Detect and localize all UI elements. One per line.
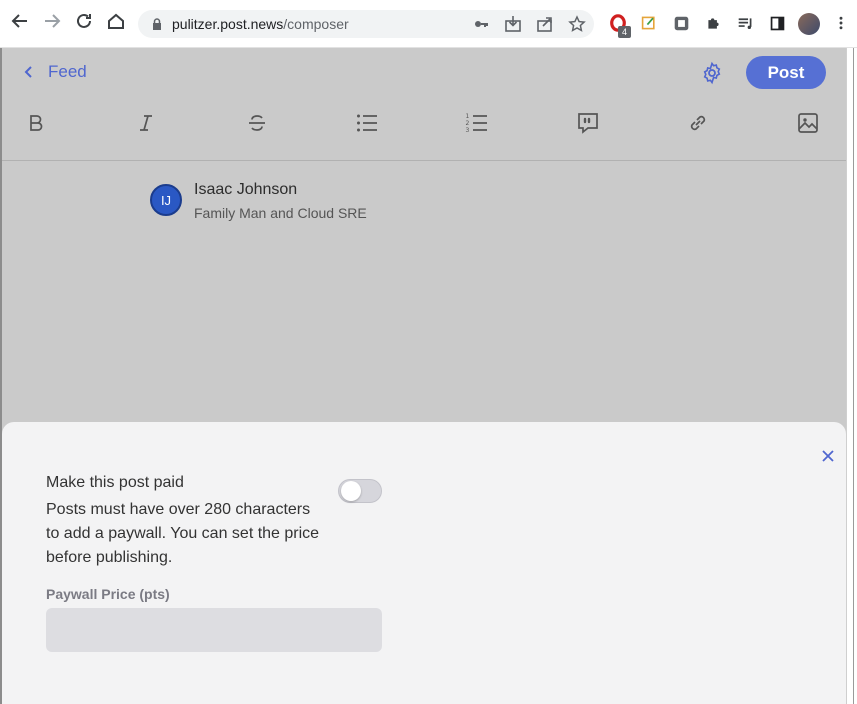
quote-icon[interactable] bbox=[575, 110, 601, 136]
lock-icon bbox=[153, 18, 161, 30]
paid-post-title: Make this post paid bbox=[46, 474, 184, 491]
svg-text:2: 2 bbox=[466, 120, 470, 127]
forward-arrow-icon[interactable] bbox=[39, 8, 65, 34]
link-icon[interactable] bbox=[685, 110, 711, 136]
back-arrow-icon[interactable] bbox=[7, 8, 33, 34]
paid-post-description: Posts must have over 280 characters to a… bbox=[46, 501, 320, 566]
edit-extension-icon[interactable] bbox=[638, 12, 660, 34]
italic-icon[interactable] bbox=[133, 110, 159, 136]
browser-toolbar: pulitzer.post.news/composer 4 bbox=[0, 0, 857, 48]
share-icon[interactable] bbox=[536, 15, 554, 33]
url-text: pulitzer.post.news/composer bbox=[172, 16, 349, 32]
paywall-price-input[interactable] bbox=[46, 608, 382, 652]
install-icon[interactable] bbox=[504, 15, 522, 33]
profile-avatar[interactable] bbox=[798, 13, 820, 35]
svg-text:1: 1 bbox=[466, 113, 470, 120]
close-icon[interactable] bbox=[820, 448, 836, 464]
address-bar[interactable]: pulitzer.post.news/composer bbox=[138, 10, 594, 38]
bullet-list-icon[interactable] bbox=[354, 110, 380, 136]
post-settings-sheet: Make this post paid Posts must have over… bbox=[2, 422, 846, 704]
toolbar-divider bbox=[2, 160, 846, 161]
numbered-list-icon[interactable]: 123 bbox=[464, 110, 490, 136]
back-to-feed-link[interactable]: Feed bbox=[22, 62, 87, 82]
svg-text:3: 3 bbox=[466, 127, 470, 134]
key-icon[interactable] bbox=[472, 15, 490, 33]
star-icon[interactable] bbox=[568, 15, 586, 33]
media-queue-icon[interactable] bbox=[734, 12, 756, 34]
toggle-knob bbox=[341, 481, 361, 501]
extension-badge: 4 bbox=[618, 26, 631, 38]
reload-icon[interactable] bbox=[71, 8, 97, 34]
author-name: Isaac Johnson bbox=[194, 181, 298, 198]
bold-icon[interactable] bbox=[23, 110, 49, 136]
post-button[interactable]: Post bbox=[746, 56, 826, 89]
author-avatar: IJ bbox=[150, 184, 182, 216]
back-label: Feed bbox=[48, 62, 87, 81]
image-icon[interactable] bbox=[795, 110, 821, 136]
kebab-menu-icon[interactable] bbox=[830, 12, 852, 34]
side-panel-icon[interactable] bbox=[766, 12, 788, 34]
chevron-left-icon bbox=[24, 66, 32, 78]
home-icon[interactable] bbox=[103, 8, 129, 34]
settings-gear-icon[interactable] bbox=[700, 61, 724, 85]
square-extension-icon[interactable] bbox=[670, 12, 692, 34]
puzzle-icon[interactable] bbox=[702, 12, 724, 34]
paywall-price-label: Paywall Price (pts) bbox=[46, 586, 170, 602]
author-bio: Family Man and Cloud SRE bbox=[194, 205, 367, 221]
paid-post-toggle[interactable] bbox=[338, 479, 382, 503]
window-border-right bbox=[846, 48, 857, 704]
strikethrough-icon[interactable] bbox=[244, 110, 270, 136]
